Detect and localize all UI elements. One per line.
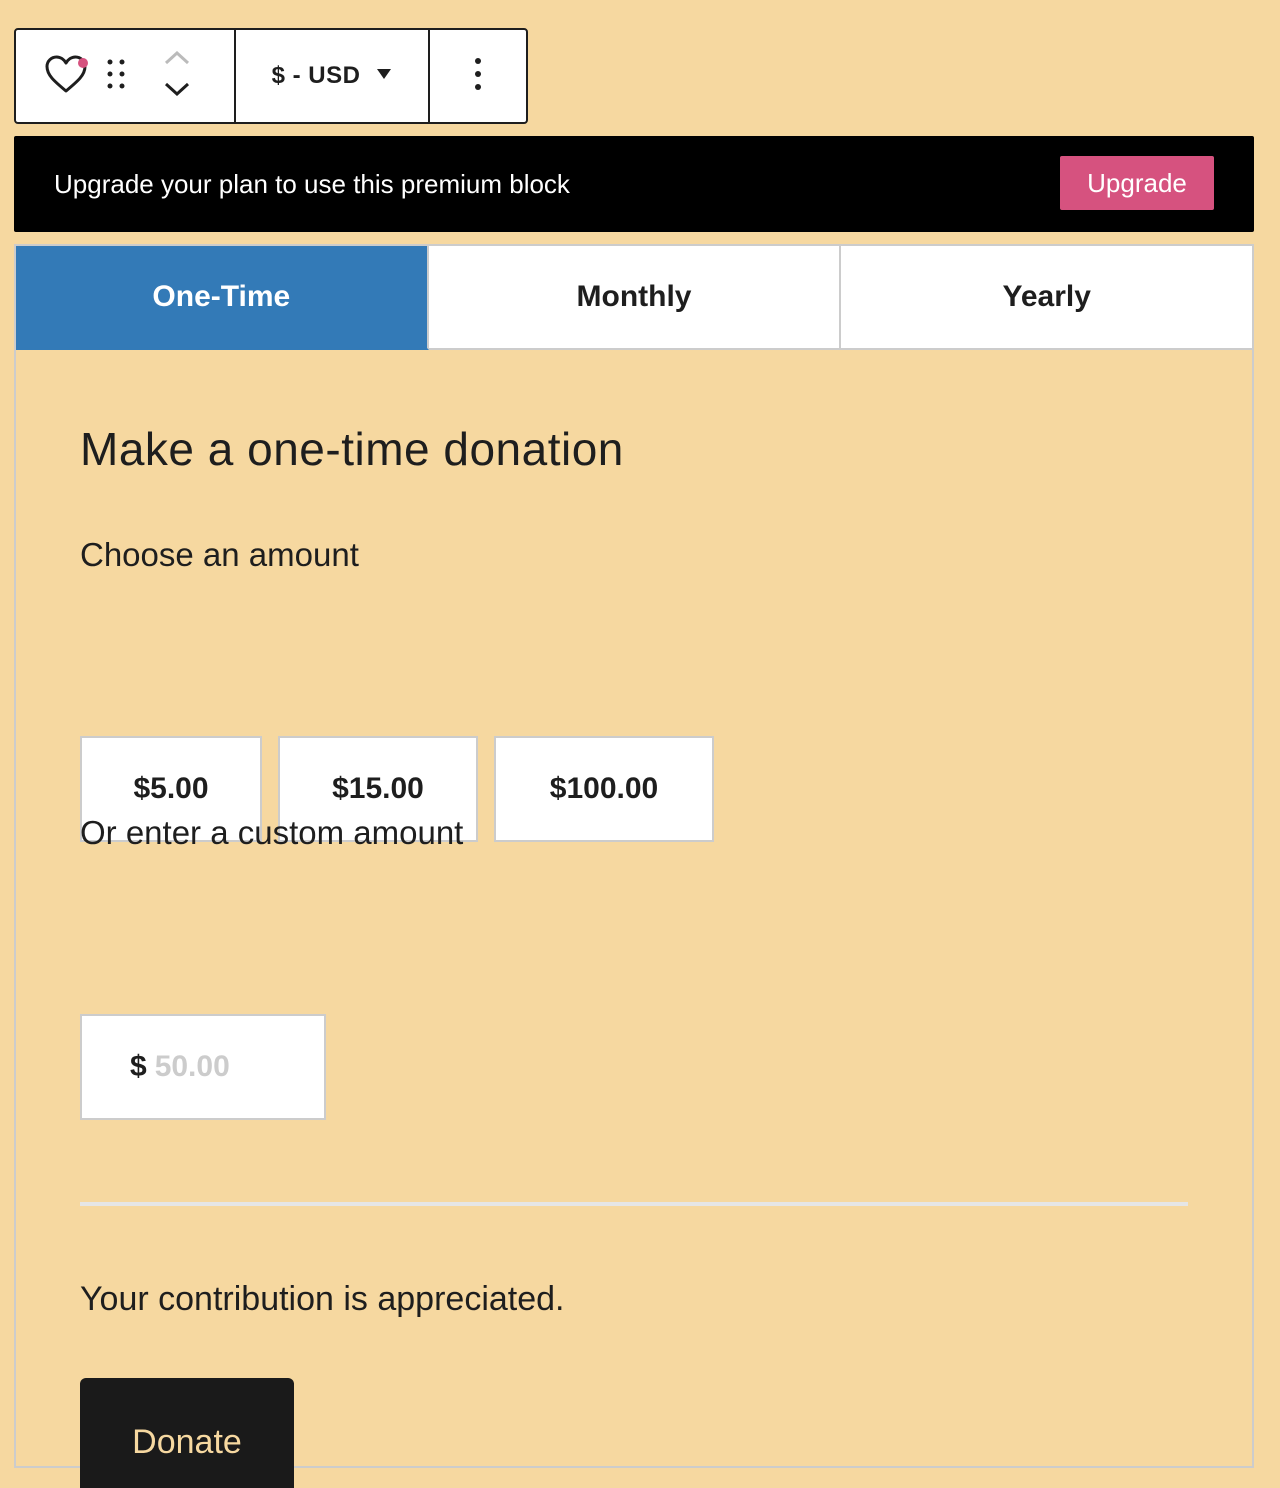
custom-amount-label: Or enter a custom amount <box>80 814 464 851</box>
chevron-up-icon <box>164 50 190 70</box>
custom-amount-input[interactable] <box>154 1050 275 1084</box>
donation-block: One-Time Monthly Yearly Make a one-time … <box>14 244 1254 1488</box>
currency-dropdown[interactable]: $ - USD <box>234 30 430 122</box>
custom-amount-field[interactable]: $ <box>80 1014 326 1120</box>
chevron-down-icon <box>164 82 190 101</box>
page: $ - USD Upgrade your plan to use this pr… <box>0 0 1280 1488</box>
separator <box>80 1202 1188 1206</box>
upgrade-button[interactable]: Upgrade <box>1060 156 1214 210</box>
choose-amount-label: Choose an amount <box>80 536 359 573</box>
tab-yearly[interactable]: Yearly <box>841 246 1253 350</box>
donation-interval-tabs: One-Time Monthly Yearly <box>16 246 1253 350</box>
upgrade-banner: Upgrade your plan to use this premium bl… <box>14 136 1254 232</box>
more-options-button[interactable] <box>430 30 526 122</box>
donate-button[interactable]: Donate <box>80 1378 294 1488</box>
tab-monthly[interactable]: Monthly <box>428 246 842 350</box>
block-toolbar: $ - USD <box>14 28 528 124</box>
drag-handle-icon <box>106 58 126 95</box>
block-type-button[interactable] <box>42 52 90 100</box>
tab-one-time[interactable]: One-Time <box>16 246 429 350</box>
move-up-button[interactable] <box>164 50 190 70</box>
donation-heading: Make a one-time donation <box>80 423 624 475</box>
upgrade-banner-text: Upgrade your plan to use this premium bl… <box>54 168 570 199</box>
caret-down-icon <box>376 67 392 85</box>
currency-label: $ - USD <box>271 62 361 89</box>
premium-indicator-dot <box>78 58 88 68</box>
thanks-text: Your contribution is appreciated. <box>80 1280 565 1318</box>
move-down-button[interactable] <box>164 82 190 101</box>
custom-amount-currency: $ <box>130 1050 147 1083</box>
block-mover <box>164 50 190 101</box>
block-controls-group <box>16 30 234 122</box>
amount-button-100[interactable]: $100.00 <box>494 736 714 842</box>
drag-handle-button[interactable] <box>104 56 128 96</box>
more-vertical-icon <box>474 57 482 96</box>
